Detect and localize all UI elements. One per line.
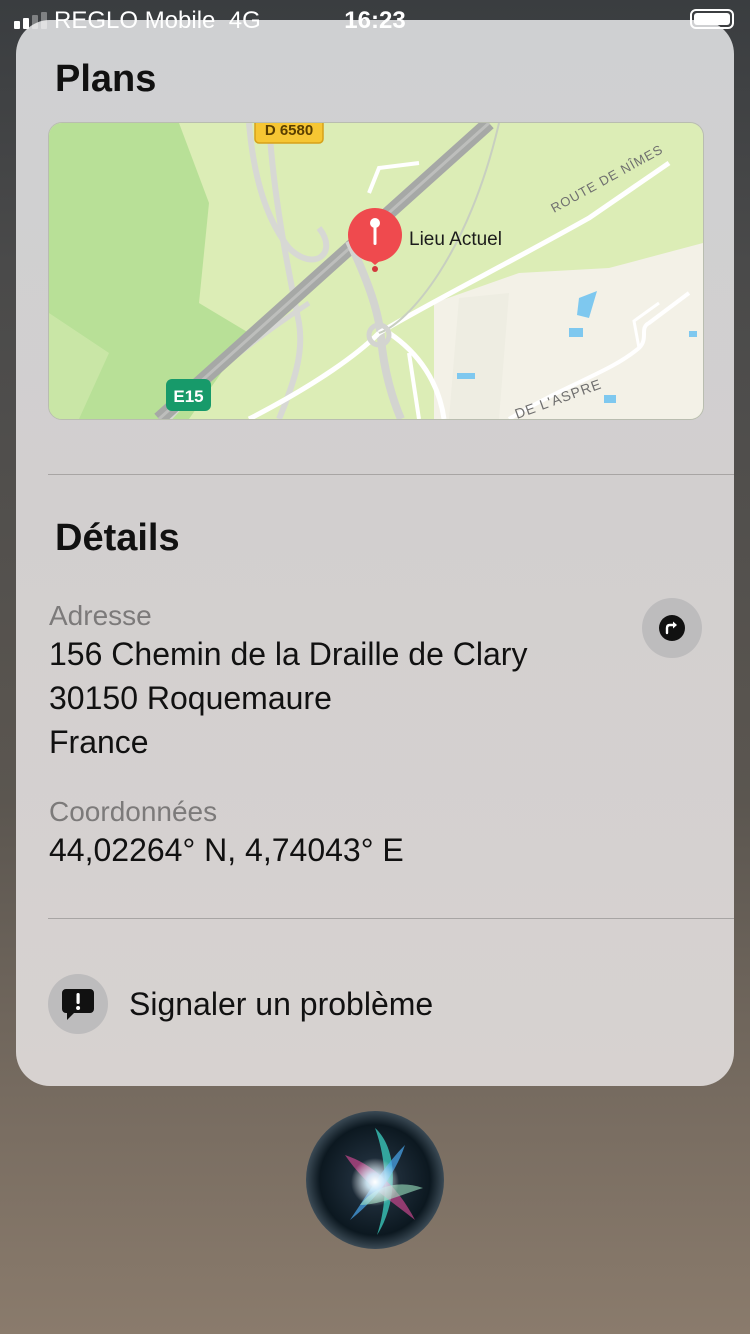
siri-orb-icon[interactable] [305, 1110, 445, 1250]
status-time: 16:23 [344, 7, 406, 34]
maps-section-title: Plans [55, 58, 157, 100]
divider [48, 474, 734, 475]
divider [48, 918, 734, 919]
report-problem-button[interactable] [48, 974, 108, 1034]
address-line-1[interactable]: 156 Chemin de la Draille de Clary [49, 636, 527, 673]
coordinates-value[interactable]: 44,02264° N, 4,74043° E [49, 832, 404, 869]
map-preview[interactable]: ROUTE DE NÎMES DE L'ASPRE D 6580 E15 Lie… [48, 122, 704, 420]
report-problem-label[interactable]: Signaler un problème [129, 986, 433, 1023]
address-line-3[interactable]: France [49, 724, 149, 761]
report-bubble-icon [62, 989, 94, 1020]
coordinates-label: Coordonnées [49, 796, 218, 827]
directions-arrow-icon [659, 615, 685, 641]
e15-road-badge: E15 [166, 379, 211, 411]
map-graphic: ROUTE DE NÎMES DE L'ASPRE D 6580 E15 Lie… [49, 123, 703, 419]
d-road-badge: D 6580 [254, 123, 324, 144]
e15-label: E15 [173, 387, 203, 406]
status-bar: REGLO Mobile 4G 16:23 [0, 0, 750, 40]
d-road-label: D 6580 [265, 123, 313, 139]
address-line-2[interactable]: 30150 Roquemaure [49, 680, 332, 717]
directions-button[interactable] [642, 598, 702, 658]
pin-label: Lieu Actuel [409, 229, 502, 250]
address-label: Adresse [49, 600, 152, 631]
battery-icon [690, 9, 734, 29]
siri-result-card: Plans ROUTE DE NÎMES DE L'ASPRE D 6580 E… [16, 20, 734, 1086]
details-section-title: Détails [55, 517, 180, 559]
